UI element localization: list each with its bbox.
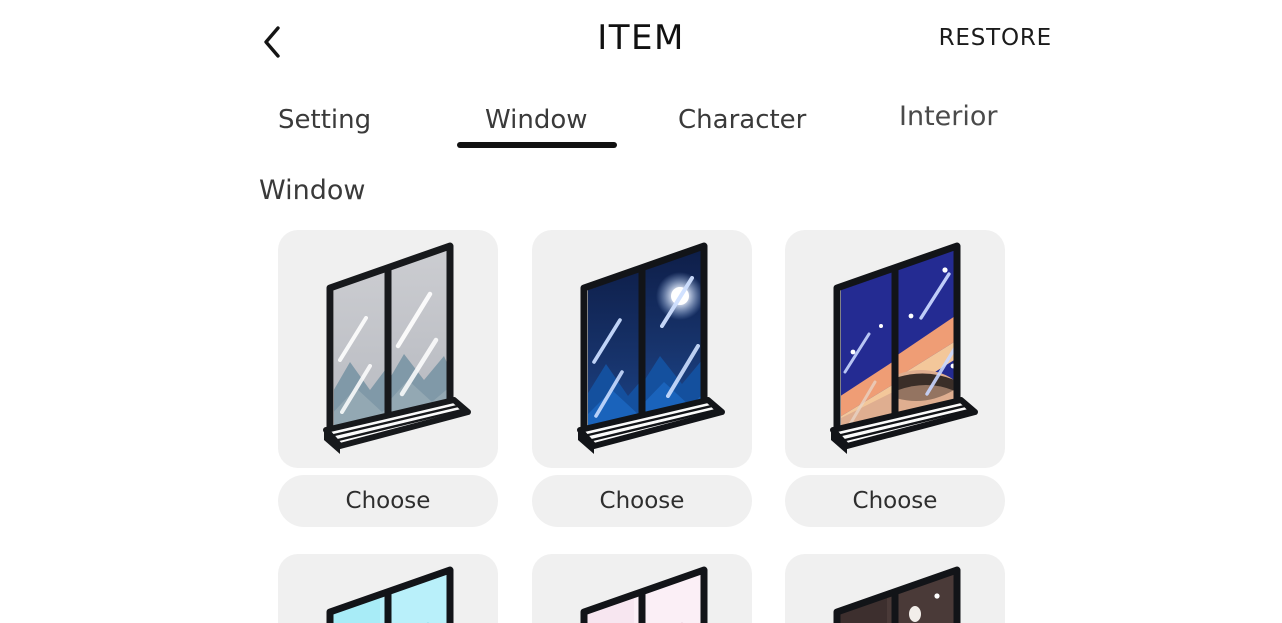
window-thumbnail-dark[interactable]	[785, 554, 1005, 623]
window-illustration	[326, 566, 454, 623]
active-tab-indicator	[457, 142, 617, 148]
item-grid: Choose Choose Choose	[278, 230, 1018, 623]
window-illustration	[833, 566, 961, 623]
choose-button[interactable]: Choose	[785, 475, 1005, 527]
choose-button[interactable]: Choose	[532, 475, 752, 527]
choose-button[interactable]: Choose	[278, 475, 498, 527]
window-illustration	[323, 242, 471, 454]
window-thumbnail-cyan[interactable]	[278, 554, 498, 623]
header-bar: ITEM RESTORE	[0, 0, 1282, 86]
tab-character[interactable]: Character	[678, 105, 806, 141]
window-thumbnail-space[interactable]	[785, 230, 1005, 468]
item-card: Choose	[278, 230, 498, 527]
item-grid-row: Choose	[278, 554, 1018, 623]
window-thumbnail-overcast[interactable]	[278, 230, 498, 468]
item-grid-row: Choose	[278, 230, 1018, 554]
item-screen: ITEM RESTORE Setting Window Character In…	[0, 0, 1282, 623]
window-thumbnail-pink[interactable]	[532, 554, 752, 623]
window-illustration	[830, 242, 978, 454]
item-card: Choose	[785, 554, 1005, 623]
tab-interior[interactable]: Interior	[899, 101, 998, 138]
window-illustration	[577, 242, 725, 454]
window-thumbnail-night[interactable]	[532, 230, 752, 468]
tab-bar: Setting Window Character Interior	[248, 98, 1048, 150]
section-title: Window	[259, 175, 366, 206]
tab-window[interactable]: Window	[485, 105, 588, 141]
item-card: Choose	[785, 230, 1005, 527]
item-card: Choose	[278, 554, 498, 623]
item-card: Choose	[532, 554, 752, 623]
window-illustration	[580, 566, 708, 623]
restore-button[interactable]: RESTORE	[939, 25, 1052, 51]
page-title: ITEM	[597, 18, 685, 58]
tab-setting[interactable]: Setting	[278, 105, 371, 141]
item-card: Choose	[532, 230, 752, 527]
